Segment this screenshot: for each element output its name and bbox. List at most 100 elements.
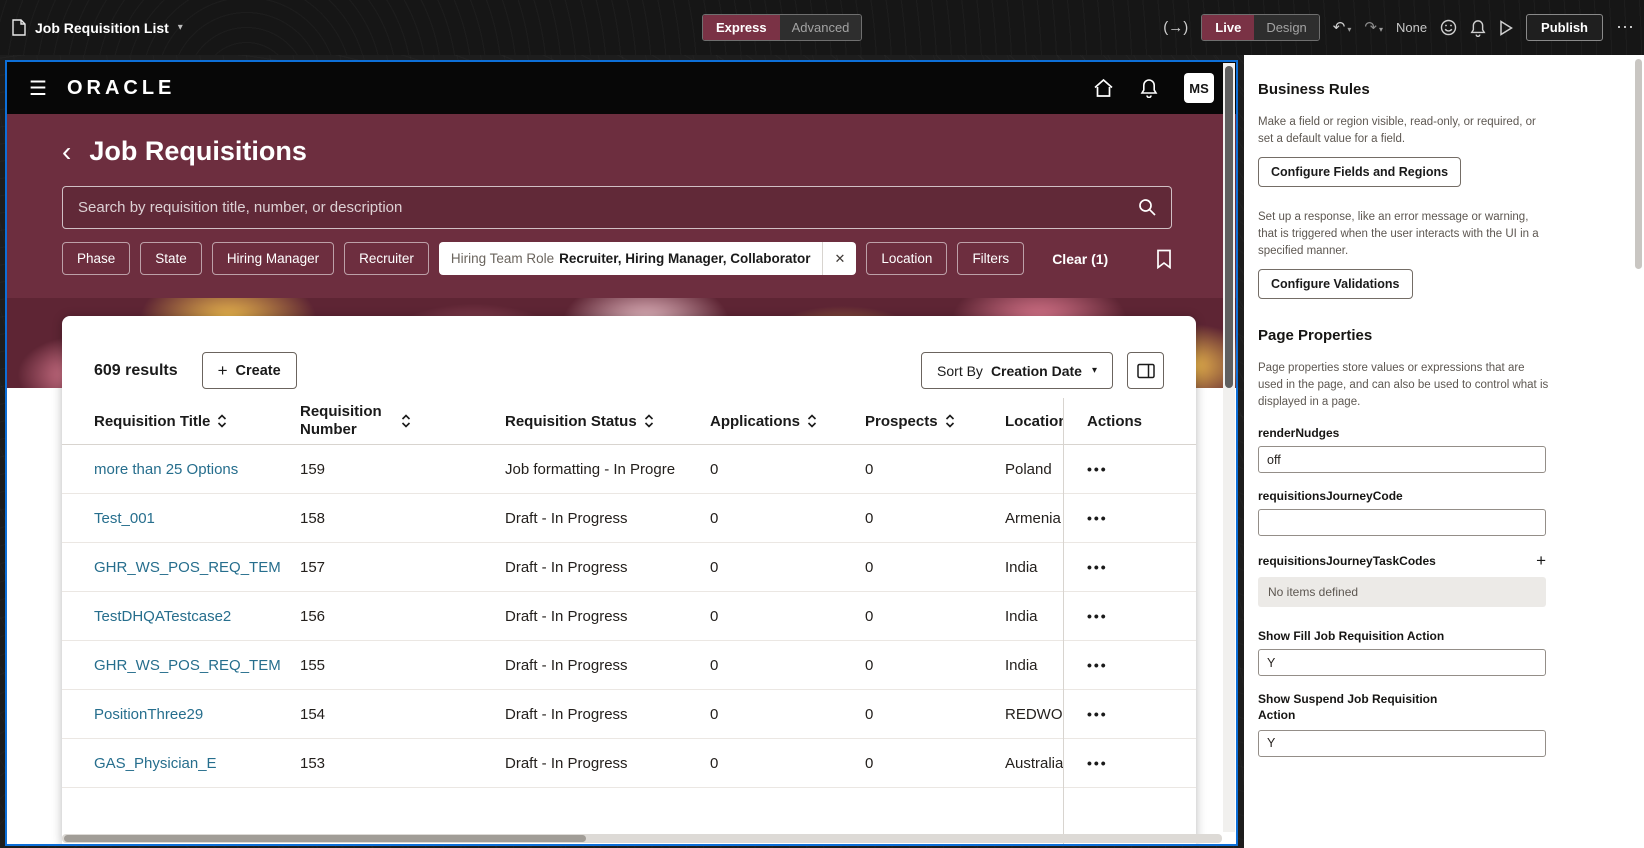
app-notifications-button[interactable] (1140, 78, 1158, 98)
add-item-icon[interactable]: + (1536, 552, 1546, 569)
requisition-title-link[interactable]: GAS_Physician_E (94, 755, 300, 772)
property-input-renderNudges[interactable] (1258, 446, 1546, 474)
page-icon (12, 19, 26, 36)
column-header-requisition-status[interactable]: Requisition Status (505, 413, 710, 430)
overflow-menu-icon[interactable]: ⋯ (1616, 17, 1634, 38)
column-header-applications[interactable]: Applications (710, 413, 865, 430)
scrollbar-thumb[interactable] (64, 835, 586, 842)
page-selector[interactable]: Job Requisition List ▾ (12, 0, 183, 55)
toggle-panel-button[interactable] (1127, 352, 1164, 389)
cell-prospects: 0 (865, 558, 874, 576)
back-button[interactable]: ‹ (62, 137, 71, 166)
filter-chip-hiring-manager[interactable]: Hiring Manager (211, 242, 335, 275)
publish-button[interactable]: Publish (1526, 14, 1603, 41)
sort-icon[interactable] (401, 413, 411, 429)
cell-requisition-status: Draft - In Progress (505, 558, 628, 576)
redo-button[interactable]: ↷ ▾ (1364, 18, 1383, 37)
cell-prospects: 0 (865, 705, 874, 723)
express-mode-button[interactable]: Express (703, 15, 780, 40)
preview-horizontal-scrollbar[interactable] (62, 834, 1222, 843)
requisition-title-link[interactable]: more than 25 Options (94, 461, 300, 478)
row-actions-button[interactable]: ••• (1087, 608, 1108, 624)
scrollbar-thumb[interactable] (1635, 59, 1642, 269)
builder-toolbar: Job Requisition List ▾ Express Advanced … (0, 0, 1644, 55)
business-rules-heading: Business Rules (1258, 81, 1370, 98)
empty-list-placeholder: No items defined (1258, 577, 1546, 608)
close-icon[interactable]: ✕ (822, 242, 856, 275)
design-view-button[interactable]: Design (1254, 15, 1319, 40)
cell-applications: 0 (710, 558, 719, 576)
filter-chip-recruiter[interactable]: Recruiter (344, 242, 429, 275)
inspector-scrollbar[interactable] (1634, 57, 1643, 843)
property-input-show-fill-action[interactable] (1258, 649, 1546, 677)
sort-icon[interactable] (217, 413, 227, 429)
search-input[interactable] (62, 186, 1172, 229)
oracle-logo: ORACLE (66, 76, 176, 99)
create-button[interactable]: + Create (201, 352, 297, 389)
cell-location: Poland (1005, 460, 1052, 478)
table-row: GAS_Physician_E 153 Draft - In Progress … (62, 739, 1196, 788)
requisition-title-link[interactable]: GHR_WS_POS_REQ_TEM (94, 657, 300, 674)
menu-icon[interactable]: ☰ (29, 76, 47, 101)
play-icon (1500, 19, 1513, 36)
requisition-title-link[interactable]: Test_001 (94, 510, 300, 527)
cell-applications: 0 (710, 509, 719, 527)
requisitions-table: Requisition Title Requisition Number Req… (62, 398, 1196, 844)
cell-location: India (1005, 607, 1038, 625)
filters-button[interactable]: Filters (957, 242, 1025, 275)
cell-applications: 0 (710, 656, 719, 674)
configure-validations-button[interactable]: Configure Validations (1258, 269, 1413, 300)
sort-icon[interactable] (945, 413, 955, 429)
requisition-title-link[interactable]: GHR_WS_POS_REQ_TEM (94, 559, 300, 576)
column-header-requisition-number[interactable]: Requisition Number (300, 403, 505, 439)
table-row: Test_001 158 Draft - In Progress 0 0 Arm… (62, 494, 1196, 543)
results-card: 609 results + Create Sort By Creation Da… (62, 316, 1196, 844)
configure-fields-button[interactable]: Configure Fields and Regions (1258, 157, 1462, 188)
bell-icon (1470, 19, 1486, 37)
row-actions-button[interactable]: ••• (1087, 706, 1108, 722)
requisition-title-link[interactable]: TestDHQATestcase2 (94, 608, 300, 625)
filter-chip-hiring-team-role[interactable]: Hiring Team Role Recruiter, Hiring Manag… (438, 242, 857, 275)
layout-selector[interactable]: None (1396, 20, 1427, 35)
undo-icon: ↶ (1332, 19, 1346, 36)
notifications-button[interactable] (1470, 19, 1486, 37)
clear-filters-button[interactable]: Clear (1) (1052, 251, 1108, 267)
cell-location: Armenia (1005, 509, 1061, 527)
sort-icon[interactable] (807, 413, 817, 429)
undo-button[interactable]: ↶ ▾ (1333, 18, 1352, 37)
row-actions-button[interactable]: ••• (1087, 657, 1108, 673)
avatar[interactable]: MS (1184, 73, 1214, 103)
property-input-requisitionsJourneyCode[interactable] (1258, 509, 1546, 537)
save-search-button[interactable] (1156, 249, 1172, 269)
advanced-mode-button[interactable]: Advanced (779, 15, 862, 40)
feedback-smiley-button[interactable] (1440, 19, 1457, 36)
view-toggle: Live Design (1201, 14, 1320, 41)
scrollbar-thumb[interactable] (1225, 66, 1233, 388)
column-header-prospects[interactable]: Prospects (865, 413, 1005, 430)
vb-studio-window: Job Requisition List ▾ Express Advanced … (0, 0, 1644, 848)
row-actions-button[interactable]: ••• (1087, 755, 1108, 771)
sort-icon[interactable] (644, 413, 654, 429)
filter-chip-phase[interactable]: Phase (62, 242, 131, 275)
column-header-location[interactable]: Location (1005, 413, 1063, 430)
search-icon (1139, 199, 1156, 216)
cell-applications: 0 (710, 754, 719, 772)
property-input-show-suspend-action[interactable] (1258, 729, 1546, 757)
page-selector-label: Job Requisition List (35, 19, 169, 36)
requisition-title-link[interactable]: PositionThree29 (94, 706, 300, 723)
sort-by-dropdown[interactable]: Sort By Creation Date ▾ (921, 352, 1113, 389)
cell-requisition-number: 155 (300, 656, 326, 674)
row-actions-button[interactable]: ••• (1087, 461, 1108, 477)
row-actions-button[interactable]: ••• (1087, 559, 1108, 575)
code-toggle-icon[interactable]: (→) (1163, 19, 1188, 36)
home-button[interactable] (1093, 78, 1114, 98)
preview-vertical-scrollbar[interactable] (1223, 63, 1235, 832)
preview-button[interactable] (1499, 19, 1513, 36)
filter-chip-state[interactable]: State (140, 242, 202, 275)
live-view-button[interactable]: Live (1202, 15, 1255, 40)
sort-by-label: Sort By (937, 362, 983, 379)
row-actions-button[interactable]: ••• (1087, 510, 1108, 526)
search-button[interactable] (1137, 197, 1157, 217)
filter-chip-location[interactable]: Location (866, 242, 948, 275)
column-header-requisition-title[interactable]: Requisition Title (94, 413, 300, 430)
